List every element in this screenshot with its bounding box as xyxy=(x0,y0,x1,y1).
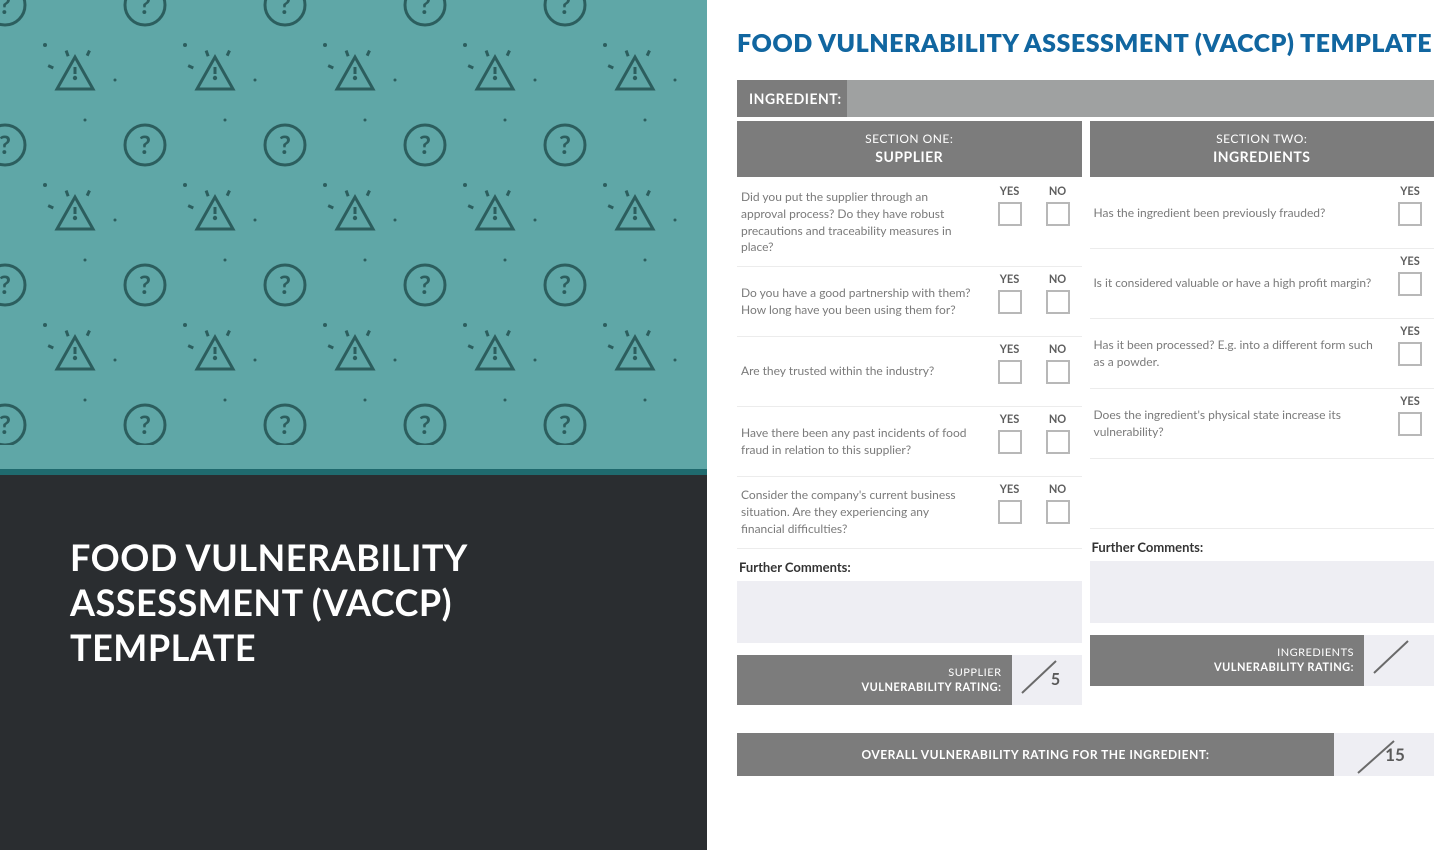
table-row xyxy=(1090,459,1434,529)
checkbox-yes[interactable] xyxy=(998,500,1022,524)
question-text: Consider the company's current business … xyxy=(737,477,986,547)
no-col: NO xyxy=(1034,179,1082,266)
checkbox-no[interactable] xyxy=(1046,290,1070,314)
table-row: Have there been any past incidents of fo… xyxy=(737,407,1082,477)
question-text: Have there been any past incidents of fo… xyxy=(737,407,986,476)
comments-input[interactable] xyxy=(1090,561,1434,623)
ingredient-label: INGREDIENT: xyxy=(737,80,847,117)
checkbox-yes[interactable] xyxy=(998,202,1022,226)
section-header-line2: SUPPLIER xyxy=(737,148,1082,165)
ingredients-rating-strip: INGREDIENTS VULNERABILITY RATING: xyxy=(1090,635,1434,686)
checkbox-yes[interactable] xyxy=(998,290,1022,314)
ingredient-input[interactable] xyxy=(847,80,1434,117)
question-text: Is it considered valuable or have a high… xyxy=(1090,249,1387,318)
checkbox-yes[interactable] xyxy=(998,360,1022,384)
table-row: Is it considered valuable or have a high… xyxy=(1090,249,1434,319)
cover-title-area: FOOD VULNERABILITY ASSESSMENT (VACCP) TE… xyxy=(0,475,707,850)
rating-input[interactable] xyxy=(1364,635,1434,686)
cover-panel: ? FOOD VULNERABILITY ASSESSMENT (VACC xyxy=(0,0,707,850)
further-comments-label: Further Comments: xyxy=(737,549,1082,581)
question-text: Are they trusted within the industry? xyxy=(737,337,986,406)
checkbox-yes[interactable] xyxy=(1398,412,1422,436)
checkbox-yes[interactable] xyxy=(998,430,1022,454)
table-row: Are they trusted within the industry? YE… xyxy=(737,337,1082,407)
cover-pattern: ? xyxy=(0,0,707,475)
table-row: Did you put the supplier through an appr… xyxy=(737,179,1082,267)
section-ingredients: SECTION TWO: INGREDIENTS Has the ingredi… xyxy=(1090,121,1434,705)
overall-rating-label: OVERALL VULNERABILITY RATING FOR THE ING… xyxy=(737,733,1334,776)
table-row: Has it been processed? E.g. into a diffe… xyxy=(1090,319,1434,389)
section-supplier: SECTION ONE: SUPPLIER Did you put the su… xyxy=(737,121,1082,705)
checkbox-no[interactable] xyxy=(1046,430,1070,454)
supplier-rating-strip: SUPPLIER VULNERABILITY RATING: 5 xyxy=(737,655,1082,706)
overall-rating-input[interactable]: 15 xyxy=(1334,733,1434,776)
checkbox-yes[interactable] xyxy=(1398,272,1422,296)
question-text: Did you put the supplier through an appr… xyxy=(737,179,986,266)
yes-col: YES xyxy=(986,179,1034,266)
section-header-line1: SECTION ONE: xyxy=(737,131,1082,146)
question-text: Do you have a good partnership with them… xyxy=(737,267,986,336)
section-supplier-header: SECTION ONE: SUPPLIER xyxy=(737,121,1082,177)
sections-container: SECTION ONE: SUPPLIER Did you put the su… xyxy=(737,121,1434,705)
checkbox-yes[interactable] xyxy=(1398,202,1422,226)
comments-input[interactable] xyxy=(737,581,1082,643)
table-row: Do you have a good partnership with them… xyxy=(737,267,1082,337)
question-text: Does the ingredient's physical state inc… xyxy=(1090,389,1387,458)
question-text: Has it been processed? E.g. into a diffe… xyxy=(1090,319,1387,388)
checkbox-no[interactable] xyxy=(1046,202,1070,226)
checkbox-yes[interactable] xyxy=(1398,342,1422,366)
further-comments-label: Further Comments: xyxy=(1090,529,1434,561)
question-text xyxy=(1090,459,1434,528)
checkbox-no[interactable] xyxy=(1046,360,1070,384)
rating-label: INGREDIENTS VULNERABILITY RATING: xyxy=(1090,635,1365,686)
table-row: Does the ingredient's physical state inc… xyxy=(1090,389,1434,459)
table-row: Has the ingredient been previously fraud… xyxy=(1090,179,1434,249)
section-ingredients-header: SECTION TWO: INGREDIENTS xyxy=(1090,121,1434,177)
rating-input[interactable]: 5 xyxy=(1012,655,1082,706)
overall-rating-row: OVERALL VULNERABILITY RATING FOR THE ING… xyxy=(737,733,1434,776)
table-row: Consider the company's current business … xyxy=(737,477,1082,548)
ingredient-row: INGREDIENT: xyxy=(737,80,1434,117)
cover-title: FOOD VULNERABILITY ASSESSMENT (VACCP) TE… xyxy=(70,535,637,670)
question-text: Has the ingredient been previously fraud… xyxy=(1090,179,1387,248)
form-title: FOOD VULNERABILITY ASSESSMENT (VACCP) TE… xyxy=(737,28,1434,58)
form-panel: FOOD VULNERABILITY ASSESSMENT (VACCP) TE… xyxy=(707,0,1434,850)
checkbox-no[interactable] xyxy=(1046,500,1070,524)
rating-label: SUPPLIER VULNERABILITY RATING: xyxy=(737,655,1012,706)
